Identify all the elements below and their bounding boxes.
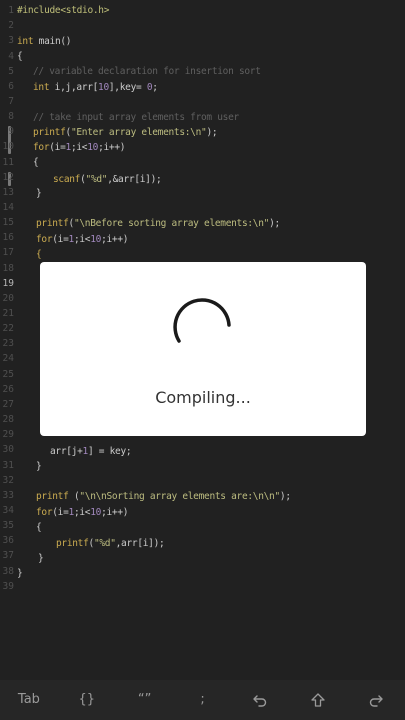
tab-key-button[interactable]: Tab: [0, 680, 58, 720]
compiling-dialog: Compiling...: [40, 262, 366, 436]
compiling-message: Compiling...: [155, 388, 251, 407]
undo-icon: [253, 694, 267, 707]
undo-button[interactable]: [231, 680, 289, 720]
redo-icon: [369, 694, 383, 707]
move-up-button[interactable]: [289, 680, 347, 720]
loading-spinner-icon: [173, 298, 231, 343]
symbol-toolbar: Tab {} “” ;: [0, 680, 405, 720]
arrow-up-icon: [311, 692, 325, 707]
quotes-key-button[interactable]: “”: [116, 680, 174, 720]
semicolon-key-button[interactable]: ;: [174, 680, 232, 720]
braces-key-button[interactable]: {}: [58, 680, 116, 720]
redo-button[interactable]: [347, 680, 405, 720]
